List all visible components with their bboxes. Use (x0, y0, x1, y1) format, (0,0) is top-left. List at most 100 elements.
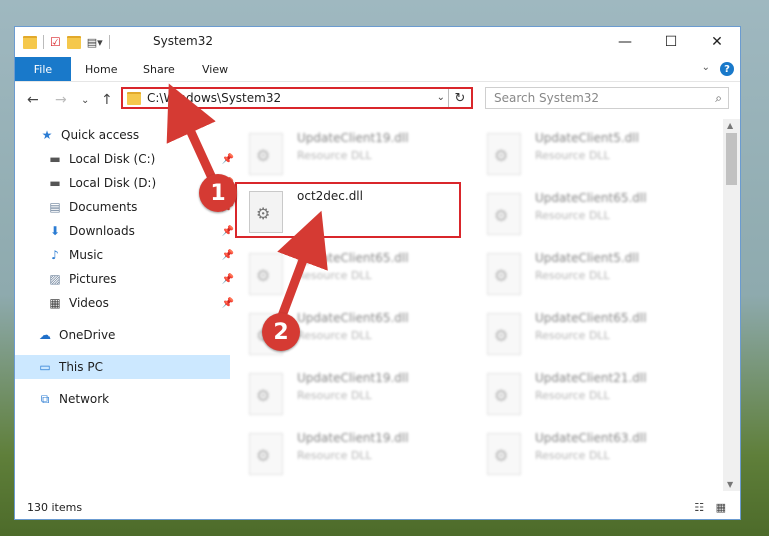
gear-icon: ⚙ (494, 446, 509, 465)
list-item[interactable]: ⚙ UpdateClient19.dll Resource DLL (235, 427, 465, 483)
list-item[interactable]: ⚙ UpdateClient65.dll Resource DLL (473, 307, 703, 363)
file-type: Resource DLL (297, 149, 372, 162)
navigation-pane: ★ Quick access ▬ Local Disk (C:) 📌 ▬ Loc… (15, 119, 234, 489)
minimize-button[interactable]: — (602, 27, 648, 57)
cloud-icon: ☁ (39, 328, 51, 342)
help-icon[interactable]: ? (720, 62, 734, 76)
address-bar[interactable]: C:\Windows\System32 ⌄ ↻ (121, 87, 473, 109)
sidebar-item-label: Downloads (69, 224, 135, 238)
scroll-down-icon[interactable]: ▼ (727, 480, 733, 489)
list-item[interactable]: ⚙ UpdateClient63.dll Resource DLL (473, 427, 703, 483)
file-type: Resource DLL (297, 389, 372, 402)
quick-access-toolbar: ☑ ▤▾ (23, 34, 110, 50)
dll-file-icon: ⚙ (487, 433, 521, 475)
window-title: System32 (153, 34, 214, 48)
tab-share[interactable]: Share (143, 57, 175, 81)
dll-file-icon: ⚙ (487, 193, 521, 235)
address-dropdown-icon[interactable]: ⌄ (437, 92, 445, 103)
file-name: UpdateClient19.dll (297, 371, 409, 385)
folder-icon (127, 91, 141, 105)
customize-toolbar-icon[interactable]: ▤▾ (87, 36, 103, 49)
list-item[interactable]: ⚙ UpdateClient19.dll Resource DLL (235, 127, 465, 183)
file-name: UpdateClient5.dll (535, 251, 639, 265)
folder-icon (23, 35, 37, 49)
pictures-icon: ▨ (49, 272, 61, 286)
sidebar-item-downloads[interactable]: ⬇ Downloads 📌 (15, 219, 240, 243)
new-folder-icon[interactable] (66, 35, 81, 49)
list-item[interactable]: ⚙ UpdateClient65.dll Resource DLL (473, 187, 703, 243)
sidebar-item-label: Quick access (61, 128, 140, 142)
list-item[interactable]: ⚙ UpdateClient65.dll Resource DLL (235, 247, 465, 303)
dll-file-icon: ⚙ (487, 253, 521, 295)
list-item[interactable]: ⚙ UpdateClient21.dll Resource DLL (473, 367, 703, 423)
sidebar-item-network[interactable]: ⧉ Network (15, 387, 230, 411)
expand-ribbon-icon[interactable]: ⌄ (702, 62, 710, 73)
sidebar-item-quick-access[interactable]: ★ Quick access (15, 123, 232, 147)
computer-icon: ▭ (39, 360, 51, 374)
file-type: Resource DLL (535, 269, 610, 282)
step-marker-1: 1 (199, 174, 237, 212)
sidebar-item-music[interactable]: ♪ Music 📌 (15, 243, 240, 267)
sidebar-item-this-pc[interactable]: ▭ This PC (15, 355, 230, 379)
gear-icon: ⚙ (256, 146, 271, 165)
file-type: Resource DLL (535, 149, 610, 162)
sidebar-item-label: OneDrive (59, 328, 116, 342)
recent-locations-button[interactable]: ⌄ (81, 95, 89, 106)
maximize-button[interactable]: ☐ (648, 27, 694, 57)
file-type: Resource DLL (297, 449, 372, 462)
back-button[interactable]: ← (27, 92, 39, 108)
list-item[interactable]: ⚙ UpdateClient5.dll Resource DLL (473, 247, 703, 303)
dll-file-icon: ⚙ (249, 253, 283, 295)
file-type: Resource DLL (297, 269, 372, 282)
vertical-scrollbar[interactable]: ▲ ▼ (723, 119, 740, 491)
file-name: UpdateClient63.dll (535, 431, 647, 445)
documents-icon: ▤ (49, 200, 61, 214)
gear-icon: ⚙ (494, 146, 509, 165)
scrollbar-thumb[interactable] (726, 133, 737, 185)
gear-icon: ⚙ (256, 386, 271, 405)
close-button[interactable]: ✕ (694, 27, 740, 57)
drive-icon: ▬ (49, 152, 61, 166)
file-type: Resource DLL (535, 209, 610, 222)
forward-button[interactable]: → (55, 92, 67, 108)
network-icon: ⧉ (40, 391, 50, 406)
download-icon: ⬇ (49, 224, 61, 238)
sidebar-item-videos[interactable]: ▦ Videos 📌 (15, 291, 240, 315)
file-name: UpdateClient5.dll (535, 131, 639, 145)
sidebar-item-label: Documents (69, 200, 138, 214)
search-icon: ⌕ (715, 91, 722, 105)
refresh-button[interactable]: ↻ (448, 89, 471, 107)
star-icon: ★ (41, 128, 53, 142)
sidebar-item-label: Local Disk (D:) (69, 176, 157, 190)
scroll-up-icon[interactable]: ▲ (727, 121, 733, 130)
file-name: UpdateClient65.dll (535, 311, 647, 325)
gear-icon: ⚙ (256, 446, 271, 465)
gear-icon: ⚙ (256, 266, 271, 285)
search-input[interactable]: Search System32 ⌕ (485, 87, 729, 109)
up-button[interactable]: ↑ (101, 92, 113, 108)
navigation-bar: ← → ⌄ ↑ C:\Windows\System32 ⌄ ↻ Search S… (15, 81, 740, 119)
gear-icon: ⚙ (494, 326, 509, 345)
properties-icon[interactable]: ☑ (50, 35, 61, 49)
address-path[interactable]: C:\Windows\System32 (147, 91, 281, 105)
tab-file[interactable]: File (15, 57, 71, 81)
ribbon: File Home Share View ⌄ ? (15, 57, 740, 82)
tab-home[interactable]: Home (85, 57, 117, 81)
title-bar: ☑ ▤▾ System32 — ☐ ✕ (15, 27, 740, 57)
file-name: UpdateClient65.dll (297, 311, 409, 325)
sidebar-item-label: Local Disk (C:) (69, 152, 156, 166)
file-name: UpdateClient21.dll (535, 371, 647, 385)
sidebar-item-pictures[interactable]: ▨ Pictures 📌 (15, 267, 240, 291)
item-count: 130 items (27, 501, 83, 514)
list-item[interactable]: ⚙ UpdateClient19.dll Resource DLL (235, 367, 465, 423)
step-marker-2: 2 (262, 313, 300, 351)
sidebar-item-onedrive[interactable]: ☁ OneDrive (15, 323, 230, 347)
search-placeholder: Search System32 (494, 91, 600, 105)
dll-file-icon: ⚙ (249, 133, 283, 175)
tab-view[interactable]: View (202, 57, 228, 81)
drive-icon: ▬ (49, 176, 61, 190)
view-toggle-icons[interactable]: ☷ ▦ (694, 501, 730, 514)
list-item[interactable]: ⚙ UpdateClient5.dll Resource DLL (473, 127, 703, 183)
sidebar-item-local-disk-c[interactable]: ▬ Local Disk (C:) 📌 (15, 147, 240, 171)
file-type: Resource DLL (535, 329, 610, 342)
